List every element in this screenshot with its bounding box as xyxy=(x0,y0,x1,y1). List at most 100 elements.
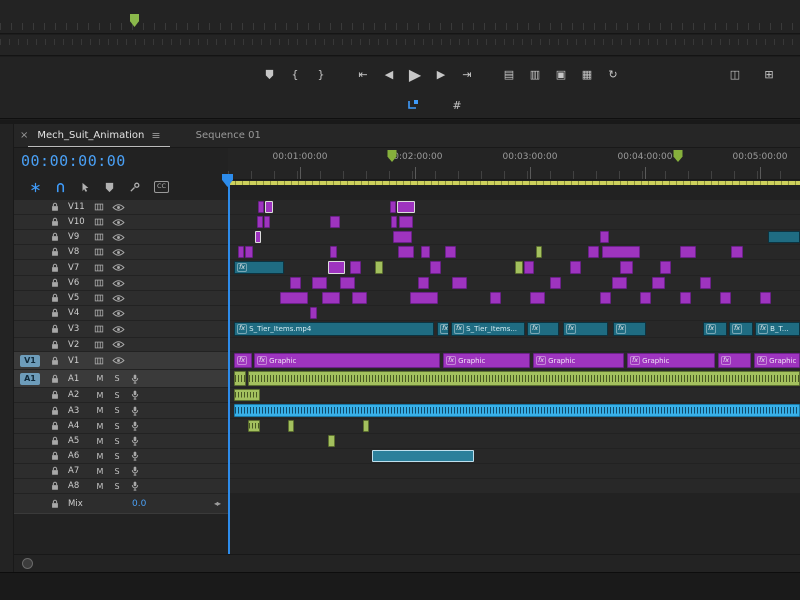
insert-button[interactable] xyxy=(400,95,426,115)
go-to-out-button[interactable]: ⇥ xyxy=(454,65,480,85)
timeline-clip[interactable] xyxy=(390,201,396,213)
timeline-clip[interactable] xyxy=(680,292,691,304)
timeline-clip[interactable]: fx xyxy=(718,353,751,368)
comparison-view-button[interactable]: ▦ xyxy=(574,65,600,85)
timeline-clip[interactable] xyxy=(330,246,337,258)
timeline-clip[interactable] xyxy=(720,292,731,304)
play-button[interactable]: ▶ xyxy=(402,65,428,85)
timeline-clip[interactable] xyxy=(238,246,244,258)
timeline-clip[interactable] xyxy=(312,277,327,289)
timeline-clip[interactable] xyxy=(430,261,441,274)
sync-lock-icon[interactable] xyxy=(94,217,104,227)
timeline-clip[interactable] xyxy=(570,261,581,274)
timeline-clip[interactable] xyxy=(363,420,369,432)
timeline-clip[interactable] xyxy=(393,231,412,243)
solo-button[interactable]: S xyxy=(111,452,123,461)
timeline-clip[interactable]: fxGraphic xyxy=(533,353,624,368)
solo-button[interactable]: S xyxy=(111,467,123,476)
track-name-a2[interactable]: A2 xyxy=(68,390,92,400)
tab-mech-suit-animation[interactable]: Mech_Suit_Animation ≡ xyxy=(28,124,169,147)
timeline-clip[interactable] xyxy=(258,201,264,213)
source-patch-a8[interactable] xyxy=(20,480,40,492)
sync-lock-icon[interactable] xyxy=(94,232,104,242)
sync-lock-icon[interactable] xyxy=(94,324,104,334)
timeline-clip[interactable] xyxy=(245,246,253,258)
source-patch-a7[interactable] xyxy=(20,465,40,477)
track-name-a4[interactable]: A4 xyxy=(68,421,92,431)
source-patch-a4[interactable] xyxy=(20,420,40,432)
horizontal-scrollbar[interactable] xyxy=(14,554,800,572)
close-tab-icon[interactable]: × xyxy=(20,130,28,141)
captions-button[interactable]: CC xyxy=(154,181,169,193)
timeline-clip[interactable] xyxy=(248,371,800,386)
mute-button[interactable]: M xyxy=(94,406,106,415)
timeline-clip[interactable]: fx xyxy=(563,322,608,336)
track-lock-icon[interactable] xyxy=(50,232,60,242)
timeline-clip[interactable] xyxy=(255,231,261,243)
track-lock-icon[interactable] xyxy=(50,421,60,431)
track-lock-icon[interactable] xyxy=(50,374,60,384)
voiceover-record-icon[interactable] xyxy=(130,390,140,400)
timeline-clip[interactable] xyxy=(515,261,523,274)
timeline-clip[interactable]: fxB_T... xyxy=(755,322,800,336)
solo-button[interactable]: S xyxy=(111,437,123,446)
track-name-v8[interactable]: V8 xyxy=(68,247,92,257)
voiceover-record-icon[interactable] xyxy=(130,481,140,491)
source-patch-v8[interactable] xyxy=(20,246,40,258)
track-lock-icon[interactable] xyxy=(50,217,60,227)
timeline-settings-button[interactable] xyxy=(129,182,140,193)
panel-menu-icon[interactable]: ≡ xyxy=(151,129,160,142)
mix-gain-value[interactable]: 0.0 xyxy=(132,499,146,509)
timeline-clip[interactable] xyxy=(700,277,711,289)
mute-button[interactable]: M xyxy=(94,467,106,476)
timeline-clip[interactable] xyxy=(322,292,340,304)
timeline-clip[interactable]: fxGraphic xyxy=(443,353,530,368)
export-frame-button[interactable]: ▣ xyxy=(548,65,574,85)
toggle-track-output-icon[interactable] xyxy=(112,263,125,272)
source-patch-v11[interactable] xyxy=(20,201,40,213)
timeline-clip[interactable] xyxy=(620,261,633,274)
source-patch-a3[interactable] xyxy=(20,405,40,417)
sync-lock-icon[interactable] xyxy=(94,278,104,288)
track-name-v4[interactable]: V4 xyxy=(68,308,92,318)
track-name-v2[interactable]: V2 xyxy=(68,340,92,350)
track-name-a7[interactable]: A7 xyxy=(68,466,92,476)
timeline-clip[interactable] xyxy=(352,292,367,304)
timeline-clip[interactable] xyxy=(398,246,414,258)
track-lock-icon[interactable] xyxy=(50,481,60,491)
timeline-clip[interactable] xyxy=(640,292,651,304)
add-marker-button[interactable] xyxy=(104,182,115,193)
track-name-mix[interactable]: Mix xyxy=(68,499,92,509)
track-name-a8[interactable]: A8 xyxy=(68,481,92,491)
timeline-clip[interactable] xyxy=(410,292,438,304)
source-patch-v7[interactable] xyxy=(20,262,40,274)
track-lock-icon[interactable] xyxy=(50,390,60,400)
timeline-clip[interactable] xyxy=(290,277,301,289)
timeline-clip[interactable] xyxy=(264,216,270,228)
sync-lock-icon[interactable] xyxy=(94,356,104,366)
voiceover-record-icon[interactable] xyxy=(130,466,140,476)
toggle-track-output-icon[interactable] xyxy=(112,248,125,257)
monitor-mini-timeline[interactable] xyxy=(0,0,800,34)
timeline-clip[interactable] xyxy=(680,246,696,258)
sequence-marker-icon[interactable] xyxy=(674,150,683,162)
source-patch-v6[interactable] xyxy=(20,277,40,289)
solo-button[interactable]: S xyxy=(111,422,123,431)
sync-lock-icon[interactable] xyxy=(94,263,104,273)
source-patch-a5[interactable] xyxy=(20,435,40,447)
timeline-clip[interactable] xyxy=(550,277,561,289)
track-name-v10[interactable]: V10 xyxy=(68,217,92,227)
solo-button[interactable]: S xyxy=(111,391,123,400)
sync-lock-icon[interactable] xyxy=(94,293,104,303)
timeline-clip[interactable] xyxy=(600,231,609,243)
timeline-clip[interactable] xyxy=(280,292,308,304)
timeline-clip[interactable]: fx xyxy=(234,353,252,368)
mute-button[interactable]: M xyxy=(94,422,106,431)
toggle-track-output-icon[interactable] xyxy=(112,340,125,349)
timeline-clip[interactable]: fx xyxy=(613,322,646,336)
linked-selection-toggle[interactable] xyxy=(80,182,90,192)
extract-button[interactable]: ▥ xyxy=(522,65,548,85)
track-lock-icon[interactable] xyxy=(50,324,60,334)
track-name-v5[interactable]: V5 xyxy=(68,293,92,303)
track-lock-icon[interactable] xyxy=(50,202,60,212)
